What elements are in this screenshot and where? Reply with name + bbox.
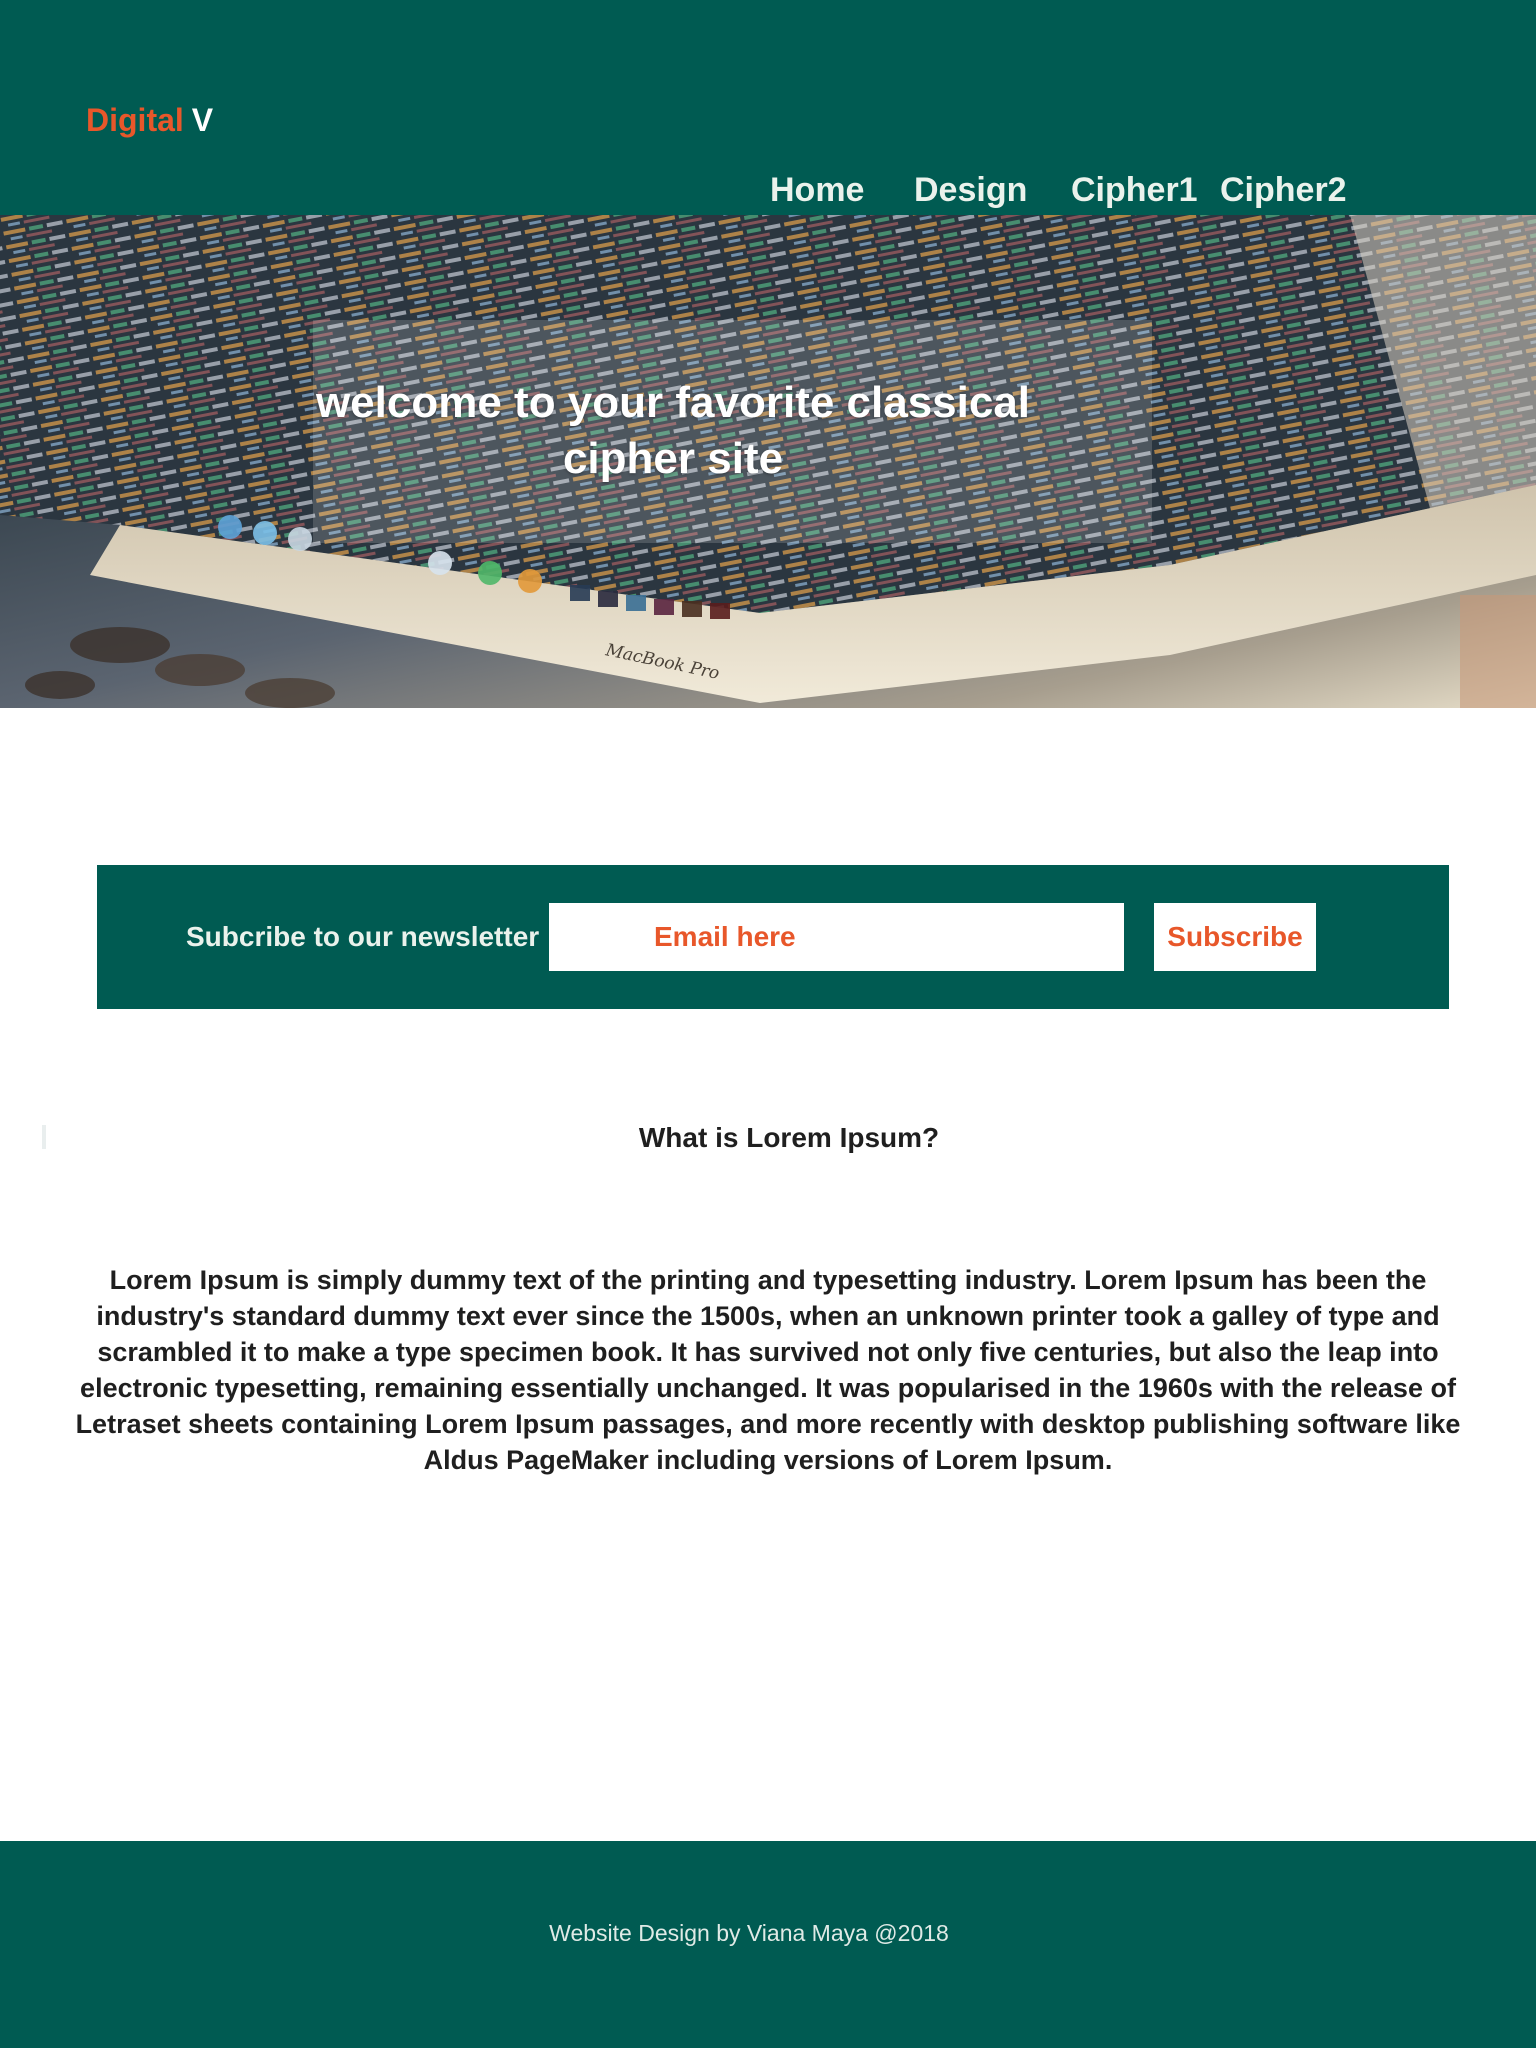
- nav-item-cipher2[interactable]: Cipher2: [1220, 168, 1347, 212]
- site-footer: Website Design by Viana Maya @2018: [0, 1841, 1536, 2048]
- logo-primary-text: Digital: [86, 102, 184, 138]
- footer-credit: Website Design by Viana Maya @2018: [549, 1920, 949, 1946]
- logo-secondary-text: V: [191, 102, 214, 138]
- newsletter-label: Subcribe to our newsletter: [186, 921, 540, 952]
- hero-title: welcome to your favorite classical ciphe…: [315, 378, 1031, 483]
- section-heading: What is Lorem Ipsum?: [638, 1122, 940, 1153]
- newsletter-bar: Subcribe to our newsletter Subscribe: [97, 865, 1449, 1009]
- hero-banner: MacBook Pro welcome to your favorite cla…: [0, 215, 1536, 708]
- section-body-text: Lorem Ipsum is simply dummy text of the …: [75, 1265, 1461, 1475]
- email-input[interactable]: [549, 903, 1124, 971]
- keyboard-blur: [25, 627, 335, 708]
- hero-title-panel: welcome to your favorite classical ciphe…: [313, 320, 1152, 543]
- nav-item-design[interactable]: Design: [914, 168, 1027, 212]
- subscribe-button[interactable]: Subscribe: [1154, 903, 1316, 971]
- nav-item-home[interactable]: Home: [770, 168, 864, 212]
- nav-item-cipher1[interactable]: Cipher1: [1071, 168, 1198, 212]
- site-header: Digital V Home Design Cipher1 Cipher2: [0, 0, 1536, 215]
- site-logo[interactable]: Digital V: [86, 100, 213, 140]
